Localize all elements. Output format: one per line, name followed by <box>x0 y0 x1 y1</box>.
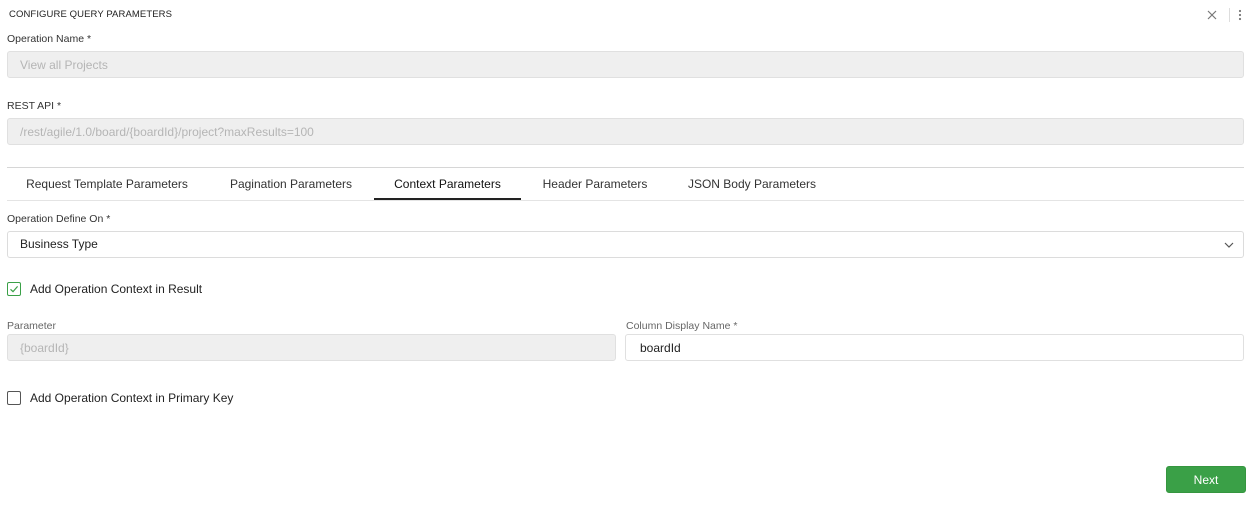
dialog-title: CONFIGURE QUERY PARAMETERS <box>9 9 173 20</box>
tab-header-parameters[interactable]: Header Parameters <box>528 168 662 200</box>
rest-api-label: REST API * <box>7 100 62 112</box>
column-display-name-label: Column Display Name * <box>626 320 738 332</box>
operation-define-on-select[interactable]: Business Type <box>7 231 1244 258</box>
context-in-result-label[interactable]: Add Operation Context in Result <box>30 282 202 296</box>
rest-api-input[interactable] <box>7 118 1244 145</box>
more-options-button[interactable] <box>1234 7 1246 23</box>
more-vertical-icon <box>1238 9 1242 21</box>
parameter-input[interactable] <box>7 334 616 361</box>
parameter-label: Parameter <box>7 320 57 332</box>
operation-define-on-value: Business Type <box>20 237 98 251</box>
tab-json-body-parameters[interactable]: JSON Body Parameters <box>673 168 831 200</box>
checkmark-icon <box>10 286 19 293</box>
close-icon <box>1207 10 1217 20</box>
context-in-primary-key-checkbox[interactable] <box>7 391 21 405</box>
header-divider <box>1229 8 1230 22</box>
column-display-name-input[interactable] <box>625 334 1244 361</box>
context-in-primary-key-label[interactable]: Add Operation Context in Primary Key <box>30 391 233 405</box>
tab-request-template-parameters[interactable]: Request Template Parameters <box>7 168 207 200</box>
chevron-down-icon <box>1224 242 1234 248</box>
close-button[interactable] <box>1204 7 1220 23</box>
operation-define-on-label: Operation Define On * <box>7 213 111 225</box>
operation-name-label: Operation Name * <box>7 33 92 45</box>
operation-name-input[interactable] <box>7 51 1244 78</box>
next-button[interactable]: Next <box>1166 466 1246 493</box>
tabs-bottom-border <box>7 200 1244 201</box>
tab-pagination-parameters[interactable]: Pagination Parameters <box>214 168 368 200</box>
tab-context-parameters[interactable]: Context Parameters <box>374 168 521 200</box>
context-in-result-checkbox[interactable] <box>7 282 21 296</box>
